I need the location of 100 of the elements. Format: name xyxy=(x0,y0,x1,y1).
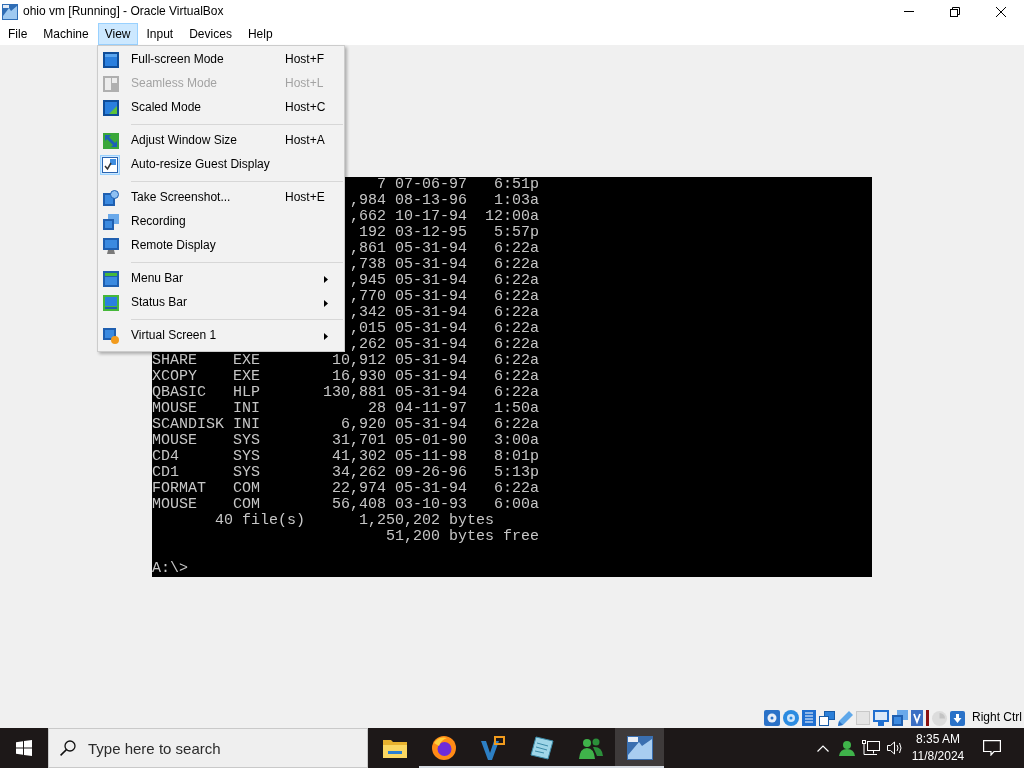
file-date: 05-11-98 xyxy=(395,448,467,465)
shortcut-label: Host+A xyxy=(285,133,326,149)
file-size: 34,262 xyxy=(332,464,386,481)
stacked-windows-icon[interactable] xyxy=(892,710,908,726)
file-time: 5:13p xyxy=(494,464,539,481)
file-size: 10,912 xyxy=(332,352,386,369)
file-size: ,738 xyxy=(350,256,386,273)
main-menu-title[interactable]: File xyxy=(1,23,35,45)
file-extension: COM xyxy=(233,496,260,513)
app-window-icon xyxy=(2,3,18,20)
file-name: SCANDISK xyxy=(152,416,224,433)
file-extension: INI xyxy=(233,416,260,433)
pen-icon[interactable] xyxy=(838,710,853,726)
main-menu-title[interactable]: Devices xyxy=(182,23,239,45)
menu-item[interactable]: Take Screenshot... Host+E xyxy=(98,186,344,210)
main-menu-title[interactable]: Input xyxy=(139,23,181,45)
file-size: 28 xyxy=(368,400,386,417)
file-time: 1:03a xyxy=(494,192,539,209)
file-time: 6:22a xyxy=(494,304,539,321)
file-size: ,015 xyxy=(350,320,386,337)
command-prompt: A:\> xyxy=(152,560,188,577)
menu-item[interactable]: Auto-resize Guest Display xyxy=(98,153,344,177)
file-size: 7 xyxy=(377,176,386,193)
shortcut-label: Host+L xyxy=(285,76,325,92)
file-size: 22,974 xyxy=(332,480,386,497)
menu-item[interactable]: Status Bar xyxy=(98,291,344,315)
file-date: 05-01-90 xyxy=(395,432,467,449)
file-time: 6:22a xyxy=(494,272,539,289)
shortcut-label: Host+F xyxy=(285,52,325,68)
file-extension: EXE xyxy=(233,368,260,385)
file-size: 130,881 xyxy=(323,384,386,401)
display-icon[interactable] xyxy=(873,710,889,726)
free-space: 51,200 bytes free xyxy=(386,528,540,545)
file-date: 05-31-94 xyxy=(395,240,467,257)
file-date: 09-26-96 xyxy=(395,464,467,481)
optical-disc-icon[interactable] xyxy=(783,710,799,726)
file-size: ,861 xyxy=(350,240,386,257)
file-date: 05-31-94 xyxy=(395,304,467,321)
file-size: 16,930 xyxy=(332,368,386,385)
shortcut-label: Host+E xyxy=(285,190,326,206)
taskbar-button[interactable] xyxy=(615,728,664,768)
file-time: 6:51p xyxy=(494,176,539,193)
file-extension: HLP xyxy=(233,384,260,401)
file-size: ,984 xyxy=(350,192,386,209)
menu-item[interactable]: Menu Bar xyxy=(98,267,344,291)
main-menu-title[interactable]: Help xyxy=(240,23,280,45)
app-window-icon xyxy=(626,736,653,760)
chevron-badge-icon[interactable] xyxy=(911,710,923,726)
volume-icon[interactable] xyxy=(887,740,903,756)
file-date: 10-17-94 xyxy=(395,208,467,225)
down-arrow-icon[interactable] xyxy=(950,710,965,726)
file-date: 05-31-94 xyxy=(395,272,467,289)
file-size: ,770 xyxy=(350,288,386,305)
file-name: CD1 xyxy=(152,464,180,481)
file-date: 05-31-94 xyxy=(395,336,467,353)
file-date: 05-31-94 xyxy=(395,480,467,497)
file-name: XCOPY xyxy=(152,368,198,385)
file-name: MOUSE xyxy=(152,400,198,417)
menu-item[interactable]: Adjust Window Size Host+A xyxy=(98,129,344,153)
file-date: 04-11-97 xyxy=(395,400,467,417)
file-date: 05-31-94 xyxy=(395,384,467,401)
file-time: 6:22a xyxy=(494,288,539,305)
file-name: FORMAT xyxy=(152,480,207,497)
clock-date: 11/8/2024 xyxy=(911,748,965,765)
file-time: 5:57p xyxy=(494,224,539,241)
file-time: 3:00a xyxy=(494,432,539,449)
main-menu-title[interactable]: View xyxy=(97,23,138,45)
file-time: 6:22a xyxy=(494,368,539,385)
submenu-arrow-icon xyxy=(324,299,328,307)
file-date: 03-12-95 xyxy=(395,224,467,241)
file-extension: EXE xyxy=(233,352,260,369)
file-date: 05-31-94 xyxy=(395,416,467,433)
file-size: 56,408 xyxy=(332,496,386,513)
search-field[interactable]: Type here to search xyxy=(48,728,368,768)
file-date: 08-13-96 xyxy=(395,192,467,209)
windows-icon[interactable] xyxy=(819,710,835,726)
menu-item[interactable]: Recording xyxy=(98,210,344,234)
file-extension: SYS xyxy=(233,448,260,465)
file-time: 8:01p xyxy=(494,448,539,465)
menu-item[interactable]: Remote Display xyxy=(98,234,344,258)
file-size: ,662 xyxy=(350,208,386,225)
menu-item[interactable]: Virtual Screen 1 xyxy=(98,324,344,348)
file-extension: COM xyxy=(233,480,260,497)
network-icon[interactable] xyxy=(862,740,880,756)
hard-disk-icon[interactable] xyxy=(764,710,780,726)
file-date: 05-31-94 xyxy=(395,256,467,273)
file-date: 05-31-94 xyxy=(395,320,467,337)
file-name: SHARE xyxy=(152,352,198,369)
windows-logo-icon xyxy=(16,740,32,756)
chevron-up-icon[interactable] xyxy=(817,744,829,752)
submenu-arrow-icon xyxy=(324,275,328,283)
window-title: ohio vm [Running] - Oracle VirtualBox xyxy=(23,3,224,20)
menu-item[interactable]: Scaled Mode Host+C xyxy=(98,96,344,120)
main-menu-title[interactable]: Machine xyxy=(36,23,96,45)
people-icon[interactable] xyxy=(839,740,855,756)
file-time: 6:00a xyxy=(494,496,539,513)
menu-item[interactable]: Full-screen Mode Host+F xyxy=(98,48,344,72)
file-count: 40 file(s) xyxy=(215,512,305,529)
globe-icon xyxy=(431,736,456,760)
speech-bubble-icon xyxy=(983,740,1001,756)
